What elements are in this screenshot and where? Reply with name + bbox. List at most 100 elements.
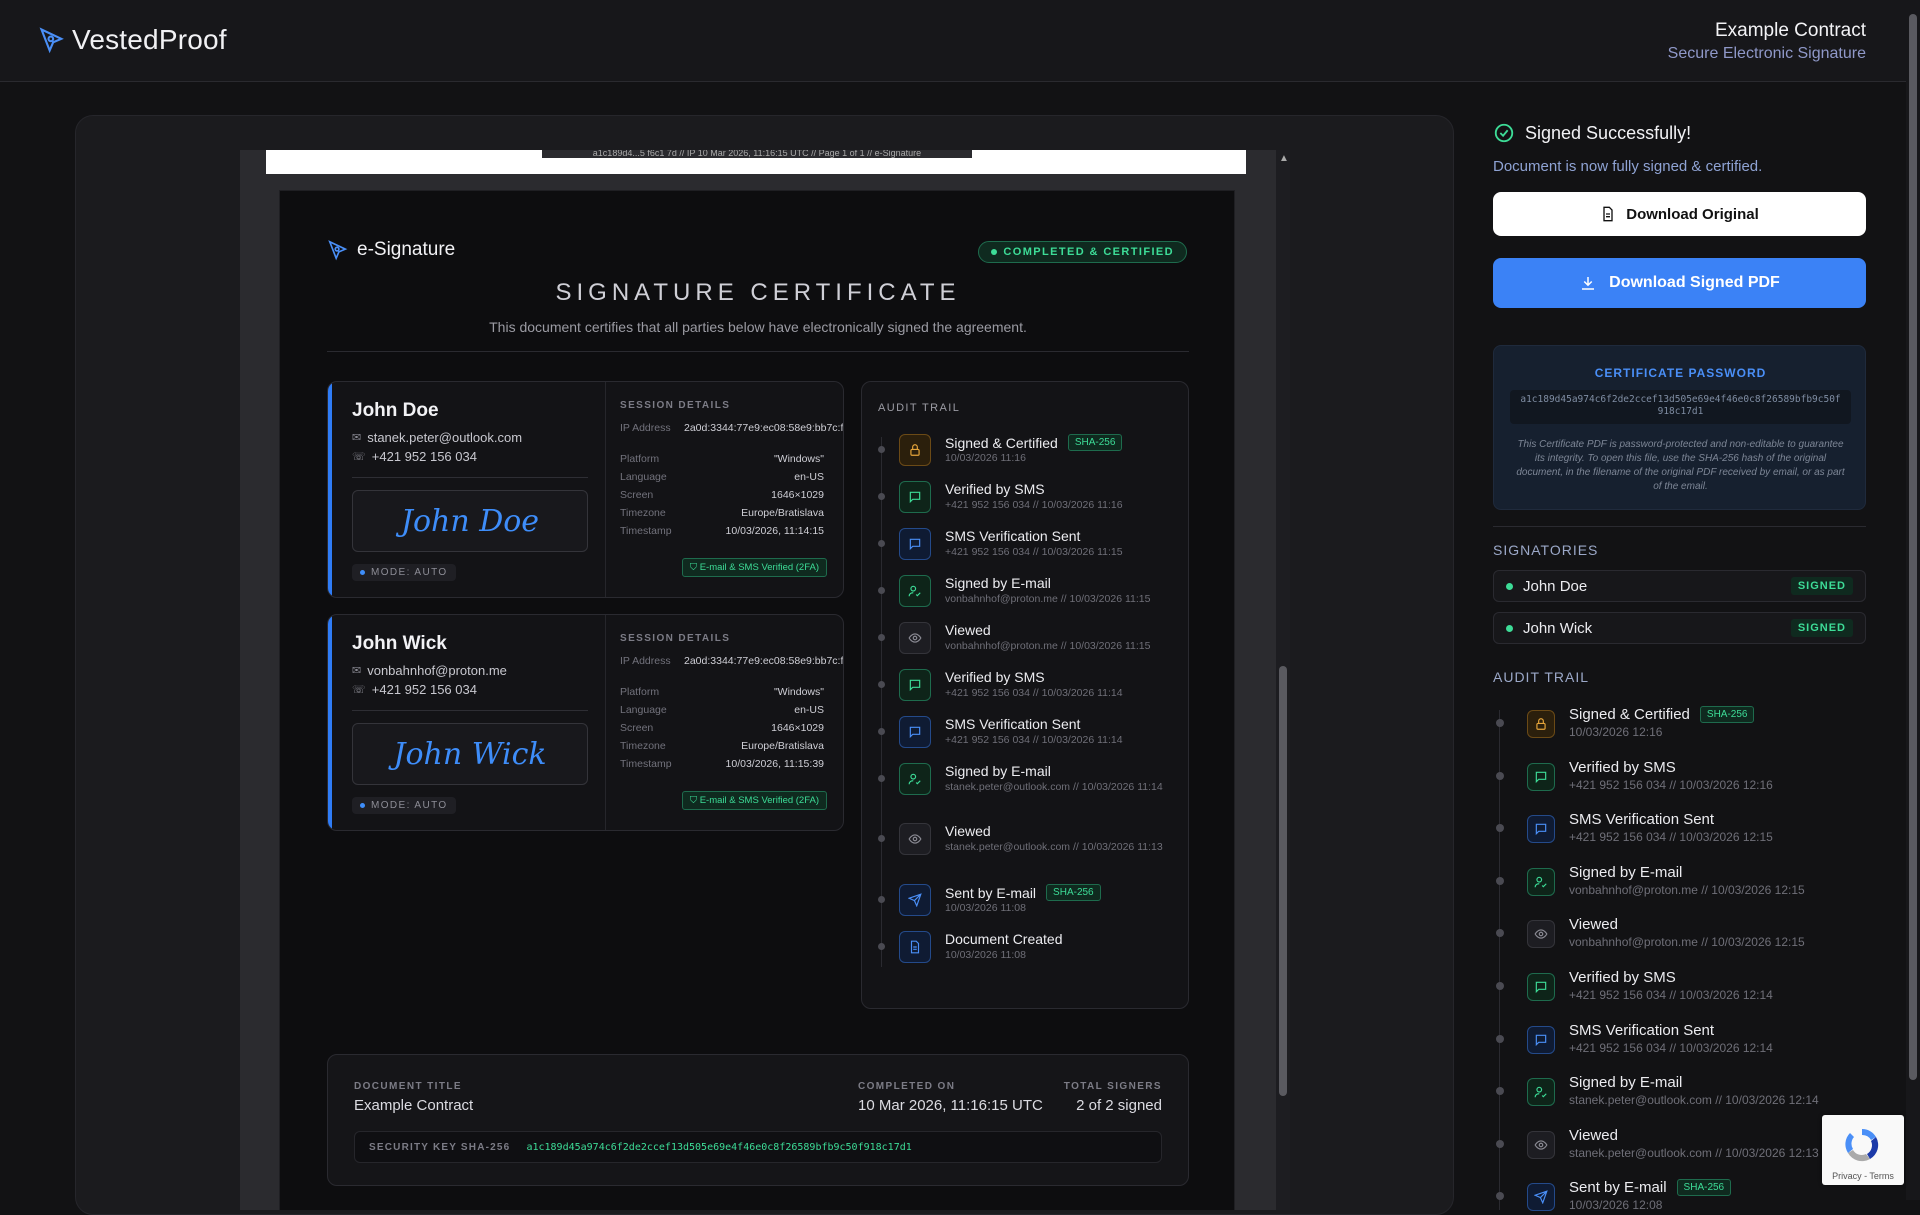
scrollbar-thumb[interactable] bbox=[1279, 666, 1287, 1096]
session-value: 1646×1029 bbox=[771, 722, 824, 734]
session-timezone: Timezone Europe/Bratislava bbox=[620, 507, 824, 519]
security-key-label: SECURITY KEY SHA-256 bbox=[369, 1141, 511, 1153]
password-header: CERTIFICATE PASSWORD bbox=[1594, 366, 1767, 380]
timeline-dot bbox=[1496, 1139, 1504, 1148]
download-original-label: Download Original bbox=[1626, 205, 1759, 223]
audit-title: SMS Verification Sent bbox=[945, 528, 1080, 544]
session-header: SESSION DETAILS bbox=[620, 633, 731, 644]
audit-subtitle: +421 952 156 034 // 10/03/2026 12:15 bbox=[1569, 830, 1773, 845]
timeline-dot bbox=[1496, 719, 1504, 727]
audit-title: Viewed bbox=[945, 823, 991, 839]
signer-phone: +421 952 156 034 bbox=[371, 449, 477, 464]
audit-title: Viewed bbox=[1569, 1127, 1618, 1144]
mode-badge: MODE: AUTO bbox=[352, 564, 456, 581]
previous-page: a1c189d4...5 f6c1 7d // IP 10 Mar 2026, … bbox=[266, 150, 1246, 174]
mail-icon: ✉ bbox=[352, 432, 362, 444]
summary-signers: 2 of 2 signed bbox=[1076, 1097, 1162, 1114]
scroll-up-icon[interactable]: ▲ bbox=[1279, 153, 1289, 164]
divider bbox=[1493, 526, 1866, 527]
certificate-subtitle: This document certifies that all parties… bbox=[489, 319, 1027, 335]
certificate-password-box: CERTIFICATE PASSWORD a1c189d45a974c6f2de… bbox=[1493, 345, 1866, 510]
session-value: "Windows" bbox=[773, 453, 824, 465]
session-language: Language en-US bbox=[620, 704, 824, 716]
session-value: en-US bbox=[794, 471, 824, 483]
download-signed-button[interactable]: Download Signed PDF bbox=[1493, 258, 1866, 308]
timeline-dot bbox=[878, 540, 885, 547]
audit-title: Document Created bbox=[945, 931, 1063, 947]
shield-icon: ⛉ bbox=[689, 795, 700, 806]
timeline-dot bbox=[878, 728, 885, 735]
timeline-dot bbox=[1496, 1034, 1504, 1043]
session-key: Timezone bbox=[620, 507, 666, 519]
timeline-dot bbox=[1496, 1192, 1504, 1201]
session-screen: Screen 1646×1029 bbox=[620, 722, 824, 734]
user-check-icon bbox=[899, 763, 931, 795]
timeline-dot bbox=[878, 835, 885, 842]
audit-title-text: SMS Verification Sent bbox=[1569, 1021, 1715, 1039]
recaptcha-badge[interactable]: Privacy - Terms bbox=[1822, 1115, 1904, 1185]
message-icon bbox=[899, 669, 931, 701]
audit-subtitle: stanek.peter@outlook.com // 10/03/2026 1… bbox=[1569, 1093, 1819, 1108]
session-ip: IP Address 2a0d:3344:77e9:ec08:58e9:bb7c:… bbox=[620, 655, 843, 667]
signer-phone-row: ☏ +421 952 156 034 bbox=[352, 449, 477, 464]
divider bbox=[352, 710, 588, 711]
download-original-button[interactable]: Download Original bbox=[1493, 192, 1866, 236]
signer-name: John Doe bbox=[352, 400, 439, 421]
mode-dot bbox=[360, 803, 365, 808]
session-key: Screen bbox=[620, 722, 654, 734]
security-key-value: a1c189d45a974c6f2de2ccef13d505e69e4f46e0… bbox=[526, 1141, 912, 1153]
timeline-dot bbox=[1496, 982, 1504, 990]
audit-subtitle: +421 952 156 034 // 10/03/2026 12:16 bbox=[1569, 777, 1773, 792]
session-value: "Windows" bbox=[773, 686, 824, 698]
session-value: Europe/Bratislava bbox=[741, 740, 824, 752]
recaptcha-links[interactable]: Privacy - Terms bbox=[1822, 1171, 1904, 1181]
audit-title-text: SMS Verification Sent bbox=[1569, 811, 1715, 829]
timeline-dot bbox=[878, 446, 885, 453]
audit-subtitle: stanek.peter@outlook.com // 10/03/2026 1… bbox=[1569, 1145, 1819, 1160]
signature-certificate: e-Signature COMPLETED & CERTIFIED SIGNAT… bbox=[279, 190, 1235, 1210]
session-value: 10/03/2026, 11:14:15 bbox=[725, 525, 824, 537]
page-scrollbar[interactable] bbox=[1906, 0, 1920, 1200]
audit-subtitle: vonbahnhof@proton.me // 10/03/2026 11:15 bbox=[945, 640, 1151, 652]
card-accent bbox=[328, 615, 332, 830]
pdf-viewer[interactable]: a1c189d4...5 f6c1 7d // IP 10 Mar 2026, … bbox=[240, 150, 1290, 1210]
top-bar: VestedProof Example Contract Secure Elec… bbox=[0, 0, 1920, 82]
timeline-dot bbox=[1496, 876, 1504, 885]
audit-title-text: Viewed bbox=[1569, 1126, 1618, 1144]
audit-title: Sent by E-mail SHA-256 bbox=[945, 884, 1101, 901]
document-title: Example Contract bbox=[1714, 20, 1866, 41]
session-details: SESSION DETAILS IP Address 2a0d:3344:77e9… bbox=[605, 615, 843, 830]
signatory-name: John Doe bbox=[1523, 577, 1588, 595]
success-message: Signed Successfully! bbox=[1493, 122, 1691, 144]
audit-title: Sent by E-mail SHA-256 bbox=[1569, 1179, 1732, 1197]
audit-subtitle: +421 952 156 034 // 10/03/2026 11:16 bbox=[945, 499, 1123, 511]
audit-title-text: Signed by E-mail bbox=[1569, 863, 1683, 881]
signer-email-row: ✉ vonbahnhof@proton.me bbox=[352, 663, 507, 678]
viewer-scrollbar[interactable]: ▲ bbox=[1276, 150, 1290, 1210]
status-badge: COMPLETED & CERTIFIED bbox=[978, 241, 1187, 263]
password-value[interactable]: a1c189d45a974c6f2de2ccef13d505e69e4f46e0… bbox=[1510, 390, 1851, 424]
audit-title: Verified by SMS bbox=[1569, 969, 1676, 986]
audit-subtitle: vonbahnhof@proton.me // 10/03/2026 11:15 bbox=[945, 593, 1151, 605]
phone-icon: ☏ bbox=[352, 684, 366, 696]
user-check-icon bbox=[1527, 867, 1555, 896]
signatory-name: John Wick bbox=[1523, 619, 1593, 637]
signer-card: John Wick ✉ vonbahnhof@proton.me ☏ +421 95… bbox=[327, 614, 844, 831]
audit-title: SMS Verification Sent bbox=[1569, 811, 1714, 828]
audit-title: Viewed bbox=[945, 622, 991, 638]
message-icon bbox=[899, 716, 931, 748]
signatory-row: John Wick SIGNED bbox=[1493, 612, 1866, 644]
summary-completed: 10 Mar 2026, 11:16:15 UTC bbox=[858, 1097, 1043, 1114]
signature-image: John Wick bbox=[352, 723, 588, 785]
audit-subtitle: +421 952 156 034 // 10/03/2026 12:14 bbox=[1569, 988, 1773, 1002]
brand-logo[interactable]: VestedProof bbox=[38, 24, 227, 56]
audit-subtitle: 10/03/2026 11:16 bbox=[945, 452, 1026, 464]
timeline-line bbox=[1499, 710, 1500, 1210]
sha-badge: SHA-256 bbox=[1046, 884, 1101, 901]
scrollbar-thumb[interactable] bbox=[1909, 14, 1917, 1080]
success-title: Signed Successfully! bbox=[1525, 122, 1692, 143]
session-timestamp: Timestamp 10/03/2026, 11:15:39 bbox=[620, 758, 824, 770]
session-key: Language bbox=[620, 471, 667, 483]
audit-title: Viewed bbox=[1569, 916, 1618, 933]
audit-title-text: Document Created bbox=[945, 931, 1063, 947]
